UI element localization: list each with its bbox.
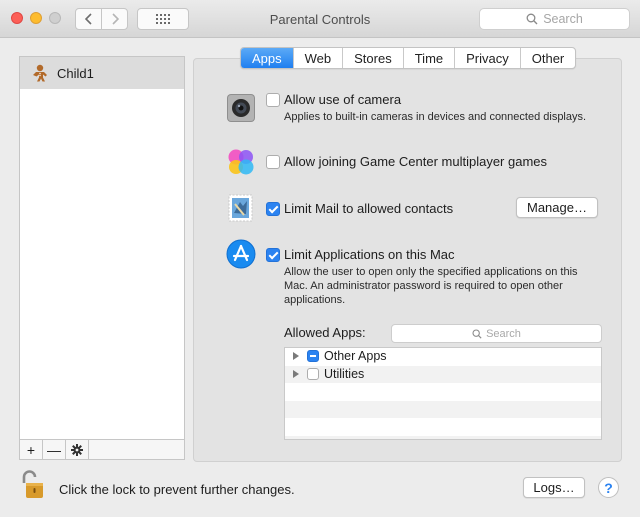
user-row-child1[interactable]: Child1	[20, 57, 184, 89]
limit-apps-checkbox[interactable]	[266, 248, 280, 262]
disclosure-triangle-icon[interactable]	[293, 369, 299, 378]
window-title: Parental Controls	[269, 12, 371, 27]
list-item-label: Utilities	[324, 366, 365, 381]
chevron-right-icon	[111, 13, 119, 25]
zoom-window-button[interactable]	[49, 12, 61, 24]
empty-row	[285, 418, 601, 436]
mail-label: Limit Mail to allowed contacts	[284, 201, 454, 216]
settings-button[interactable]	[66, 440, 89, 459]
camera-description: Applies to built-in cameras in devices a…	[284, 111, 587, 123]
tab-other[interactable]: Other	[521, 48, 576, 68]
camera-checkbox[interactable]	[266, 93, 280, 107]
search-icon	[526, 13, 538, 25]
tab-apps[interactable]: Apps	[241, 48, 294, 68]
help-button[interactable]: ?	[598, 477, 619, 498]
forward-button[interactable]	[102, 9, 127, 29]
mail-checkbox[interactable]	[266, 202, 280, 216]
lock-status-text: Click the lock to prevent further change…	[59, 482, 295, 497]
app-store-icon	[226, 239, 256, 269]
remove-user-button[interactable]: —	[43, 440, 66, 459]
logs-button[interactable]: Logs…	[523, 477, 585, 498]
tab-time[interactable]: Time	[404, 48, 456, 68]
empty-row	[285, 400, 601, 418]
allowed-apps-search-field[interactable]: Search	[391, 324, 602, 343]
close-window-button[interactable]	[11, 12, 23, 24]
empty-row	[285, 383, 601, 401]
utilities-checkbox[interactable]	[307, 367, 319, 380]
lock-open-icon[interactable]	[22, 470, 46, 500]
game-center-icon	[228, 149, 254, 175]
game-center-label: Allow joining Game Center multiplayer ga…	[284, 154, 548, 169]
limit-apps-label: Limit Applications on this Mac	[284, 247, 455, 262]
grid-icon	[156, 14, 170, 24]
list-item-label: Other Apps	[324, 349, 387, 363]
tab-bar: Apps Web Stores Time Privacy Other	[240, 47, 577, 69]
chevron-left-icon	[84, 13, 92, 25]
navigation-buttons	[75, 8, 128, 30]
mail-stamp-icon	[228, 194, 253, 222]
show-all-button[interactable]	[137, 8, 189, 30]
tab-privacy[interactable]: Privacy	[455, 48, 521, 68]
search-placeholder: Search	[486, 327, 521, 340]
camera-icon	[227, 94, 255, 122]
title-bar: Parental Controls Search	[0, 0, 640, 38]
gingerbread-avatar-icon	[33, 64, 47, 82]
camera-label: Allow use of camera	[284, 92, 402, 107]
gear-icon	[71, 443, 83, 456]
minimize-window-button[interactable]	[30, 12, 42, 24]
list-item: Utilities	[285, 365, 601, 383]
manage-contacts-button[interactable]: Manage…	[516, 197, 598, 218]
add-user-button[interactable]: +	[20, 440, 43, 459]
back-button[interactable]	[76, 9, 102, 29]
window-search-field[interactable]: Search	[479, 8, 630, 30]
user-list: Child1 + —	[19, 56, 185, 460]
search-placeholder: Search	[543, 12, 583, 26]
disclosure-triangle-icon[interactable]	[293, 352, 299, 360]
allowed-apps-label: Allowed Apps:	[284, 325, 366, 340]
allowed-apps-list: Other Apps Utilities	[284, 347, 602, 440]
limit-apps-description: Allow the user to open only the specifie…	[284, 266, 578, 306]
tab-stores[interactable]: Stores	[343, 48, 404, 68]
other-apps-checkbox[interactable]	[307, 350, 319, 362]
tab-web[interactable]: Web	[294, 48, 344, 68]
game-center-checkbox[interactable]	[266, 155, 280, 169]
empty-row	[285, 435, 601, 439]
search-icon	[472, 328, 482, 339]
user-name: Child1	[57, 65, 94, 81]
list-item: Other Apps	[285, 348, 601, 366]
sidebar-toolbar: + —	[20, 439, 184, 459]
